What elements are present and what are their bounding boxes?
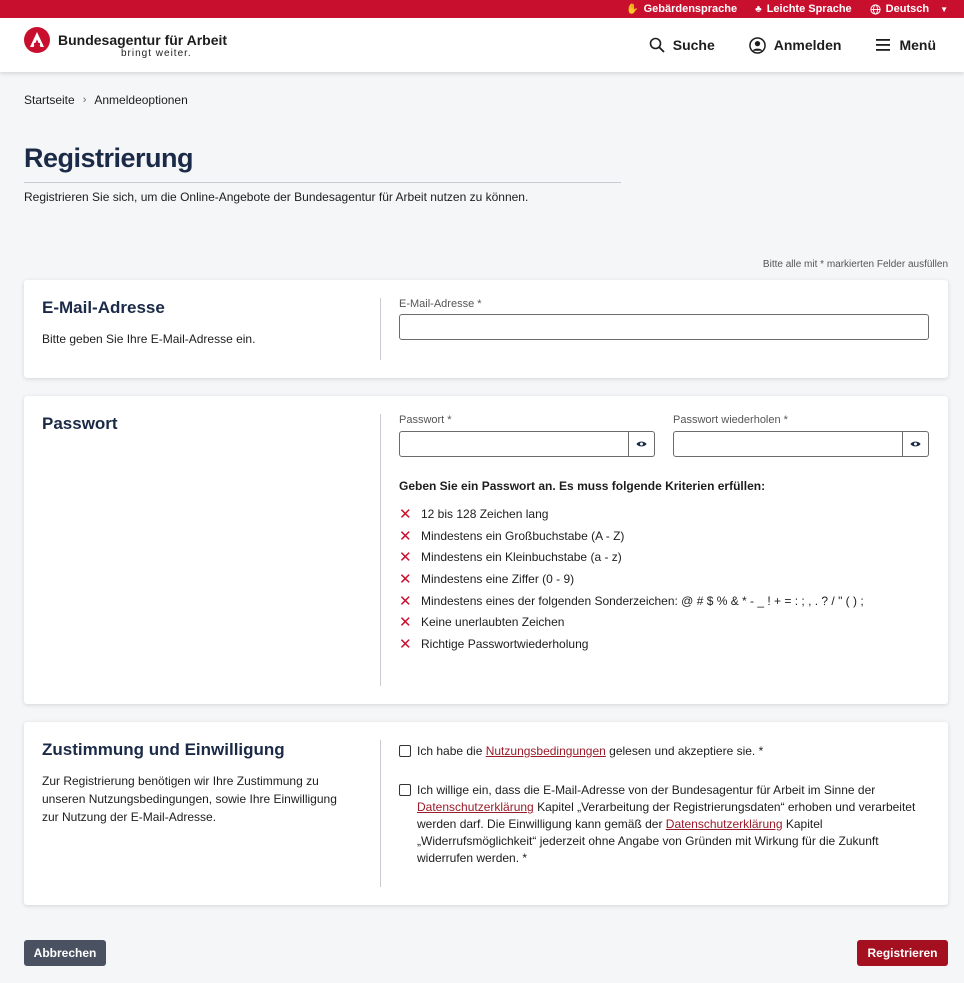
chevron-right-icon: › bbox=[82, 94, 87, 106]
consent-section-title: Zustimmung und Einwilligung bbox=[42, 740, 285, 759]
required-fields-hint: Bitte alle mit * markierten Felder ausfü… bbox=[762, 259, 948, 270]
eye-icon bbox=[910, 441, 921, 447]
cross-icon: ✕ bbox=[399, 570, 412, 588]
globe-icon bbox=[870, 3, 881, 15]
sign-language-label: Gebärdensprache bbox=[643, 3, 738, 15]
criteria-item: ✕ Richtige Passwortwiederholung bbox=[399, 633, 929, 655]
page-intro: Registrieren Sie sich, um die Online-Ang… bbox=[24, 190, 529, 204]
breadcrumb: Startseite › Anmeldeoptionen bbox=[24, 93, 188, 107]
password-repeat-label: Passwort wiederholen * bbox=[673, 414, 788, 426]
cross-icon: ✕ bbox=[399, 527, 412, 545]
terms-text-post: gelesen und akzeptiere sie. * bbox=[605, 744, 764, 758]
main-header: Bundesagentur für Arbeit bringt weiter. … bbox=[0, 18, 964, 72]
easy-language-link[interactable]: ♣ Leichte Sprache bbox=[755, 3, 852, 15]
language-label: Deutsch bbox=[885, 3, 930, 15]
criteria-text: Mindestens ein Großbuchstabe (A - Z) bbox=[421, 528, 625, 543]
menu-button[interactable]: Menü bbox=[875, 37, 936, 53]
eye-icon bbox=[636, 441, 647, 447]
password-section-title: Passwort bbox=[42, 414, 118, 433]
section-divider bbox=[380, 740, 381, 887]
top-utility-bar: ✋ Gebärdensprache ♣ Leichte Sprache Deut… bbox=[0, 0, 964, 18]
breadcrumb-current: Anmeldeoptionen bbox=[94, 93, 188, 107]
consent-card: Zustimmung und Einwilligung Zur Registri… bbox=[24, 722, 948, 905]
login-button[interactable]: Anmelden bbox=[748, 36, 842, 54]
search-label: Suche bbox=[672, 37, 715, 53]
criteria-item: ✕ Mindestens eines der folgenden Sonderze… bbox=[399, 590, 929, 612]
hand-icon: ✋ bbox=[626, 3, 639, 15]
hamburger-icon bbox=[876, 39, 891, 51]
privacy-consent: Ich willige ein, dass die E-Mail-Adresse… bbox=[399, 782, 919, 867]
cross-icon: ✕ bbox=[399, 505, 412, 523]
cross-icon: ✕ bbox=[399, 614, 412, 632]
criteria-item: ✕ Mindestens ein Kleinbuchstabe (a - z) bbox=[399, 546, 929, 568]
cross-icon: ✕ bbox=[399, 635, 412, 653]
password-card: Passwort Passwort * Passwort wiederholen… bbox=[24, 396, 948, 704]
email-section-description: Bitte geben Sie Ihre E-Mail-Adresse ein. bbox=[42, 332, 256, 346]
user-icon bbox=[748, 36, 766, 54]
logo[interactable]: Bundesagentur für Arbeit bringt weiter. bbox=[24, 27, 227, 60]
privacy-checkbox[interactable] bbox=[399, 784, 411, 796]
email-card: E-Mail-Adresse Bitte geben Sie Ihre E-Ma… bbox=[24, 280, 948, 378]
terms-checkbox[interactable] bbox=[399, 745, 411, 757]
header-nav: Suche Anmelden Menü bbox=[649, 18, 936, 72]
title-divider bbox=[24, 182, 621, 183]
password-field-label: Passwort * bbox=[399, 414, 452, 426]
chevron-down-icon: ▼ bbox=[940, 4, 948, 14]
section-divider bbox=[380, 414, 381, 686]
criteria-item: ✕ Mindestens ein Großbuchstabe (A - Z) bbox=[399, 525, 929, 547]
logo-tagline: bringt weiter. bbox=[121, 48, 192, 59]
email-field[interactable] bbox=[399, 314, 929, 340]
privacy-text-pre: Ich willige ein, dass die E-Mail-Adresse… bbox=[417, 783, 876, 797]
consent-section-description: Zur Registrierung benötigen wir Ihre Zus… bbox=[42, 774, 337, 824]
search-icon bbox=[649, 37, 665, 53]
password-criteria-heading: Geben Sie ein Passwort an. Es muss folge… bbox=[399, 479, 766, 493]
cross-icon: ✕ bbox=[399, 549, 412, 567]
criteria-text: Mindestens eine Ziffer (0 - 9) bbox=[421, 571, 575, 586]
search-button[interactable]: Suche bbox=[649, 37, 715, 53]
privacy-policy-link-2[interactable]: Datenschutzerklärung bbox=[666, 817, 783, 831]
show-password-repeat-button[interactable] bbox=[903, 431, 929, 457]
criteria-text: Richtige Passwortwiederholung bbox=[421, 636, 589, 651]
privacy-policy-link[interactable]: Datenschutzerklärung bbox=[417, 800, 534, 814]
email-section-title: E-Mail-Adresse bbox=[42, 298, 165, 317]
ba-logo-icon bbox=[24, 27, 50, 53]
menu-label: Menü bbox=[899, 37, 936, 53]
terms-text-pre: Ich habe die bbox=[417, 744, 486, 758]
criteria-text: Keine unerlaubten Zeichen bbox=[421, 615, 565, 630]
login-label: Anmelden bbox=[773, 37, 842, 53]
register-button[interactable]: Registrieren bbox=[857, 940, 948, 966]
easy-language-label: Leichte Sprache bbox=[766, 3, 852, 15]
terms-link[interactable]: Nutzungsbedingungen bbox=[486, 744, 606, 758]
page-title: Registrierung bbox=[24, 143, 194, 173]
cross-icon: ✕ bbox=[399, 592, 412, 610]
breadcrumb-home[interactable]: Startseite bbox=[24, 93, 75, 107]
password-criteria-list: ✕ 12 bis 128 Zeichen lang ✕ Mindestens ein… bbox=[399, 503, 929, 655]
language-selector[interactable]: Deutsch ▼ bbox=[870, 3, 948, 15]
email-field-label: E-Mail-Adresse * bbox=[399, 298, 482, 310]
password-repeat-field[interactable] bbox=[673, 431, 903, 457]
cancel-button[interactable]: Abbrechen bbox=[24, 940, 106, 966]
criteria-item: ✕ 12 bis 128 Zeichen lang bbox=[399, 503, 929, 525]
criteria-text: 12 bis 128 Zeichen lang bbox=[421, 506, 549, 521]
terms-consent: Ich habe die Nutzungsbedingungen gelesen… bbox=[399, 743, 919, 760]
password-field[interactable] bbox=[399, 431, 629, 457]
easy-language-icon: ♣ bbox=[755, 3, 762, 15]
criteria-text: Mindestens eines der folgenden Sonderzei… bbox=[421, 593, 864, 608]
criteria-item: ✕ Mindestens eine Ziffer (0 - 9) bbox=[399, 568, 929, 590]
sign-language-link[interactable]: ✋ Gebärdensprache bbox=[626, 3, 737, 15]
criteria-text: Mindestens ein Kleinbuchstabe (a - z) bbox=[421, 550, 622, 565]
criteria-item: ✕ Keine unerlaubten Zeichen bbox=[399, 611, 929, 633]
show-password-button[interactable] bbox=[629, 431, 655, 457]
section-divider bbox=[380, 298, 381, 360]
logo-title: Bundesagentur für Arbeit bbox=[58, 32, 228, 48]
